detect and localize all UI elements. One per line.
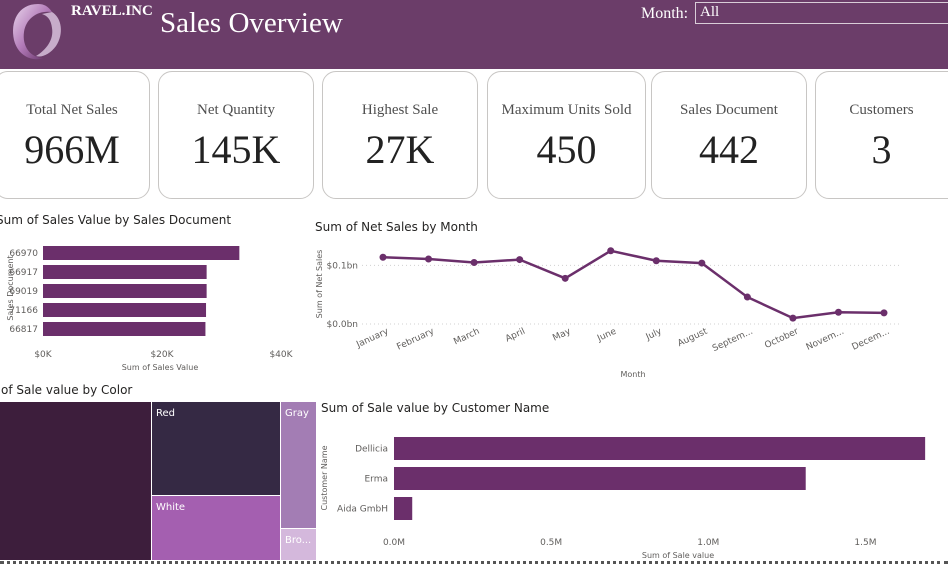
bar [394,497,413,520]
y-tick-label: $0.1bn [327,261,358,271]
x-tick-label: $0K [34,350,52,360]
data-point [425,255,433,263]
bar [43,265,207,279]
y-tick-label: $0.0bn [327,320,358,330]
kpi-card-highest-sale: Highest Sale 27K [322,71,478,199]
kpi-card-total-net-sales: Total Net Sales 966M [0,71,150,199]
kpi-card-customers: Customers 3 [815,71,948,199]
chart-title-net-sales-month: Sum of Net Sales by Month [315,220,478,234]
chart-title-sales-document: Sum of Sales Value by Sales Document [0,213,232,227]
treemap-label: White [156,502,185,513]
treemap-label: Red [156,408,175,419]
bar [43,322,206,336]
kpi-card-sales-document: Sales Document 442 [651,71,807,199]
series-line [382,249,885,320]
data-point [834,308,842,316]
x-tick-label: April [504,327,527,345]
data-point [379,253,387,261]
chart-net-sales-by-month: $0.0bn $0.1bn January February March April May… [315,247,902,379]
bar [43,246,240,260]
header-bar: RAVEL.INC Sales Overview Month: All [0,0,948,69]
kpi-label: Customers [849,102,914,118]
kpi-value: 450 [536,127,597,172]
x-tick-label: 0.5M [540,538,562,548]
y-tick-label: Dellicia [355,445,388,455]
x-tick-label: August [676,326,709,349]
treemap-label: Bro... [285,535,311,546]
bottom-border [0,561,948,564]
treemap-tile [281,402,316,528]
data-point [743,293,751,301]
x-tick-label: February [395,326,436,352]
data-point [698,259,706,267]
chart-title-customer: Sum of Sale value by Customer Name [321,401,550,415]
kpi-label: Sales Document [680,102,778,118]
data-point [652,257,660,265]
month-filter-select[interactable]: All [695,2,948,24]
x-tick-label: May [551,326,573,343]
x-tick-label: January [354,326,391,350]
data-point [880,309,888,317]
kpi-value: 966M [24,127,120,172]
brand-name: RAVEL.INC [71,3,153,19]
y-axis-title: Sales Document [6,255,15,320]
bar [394,437,926,460]
x-tick-label: 1.5M [854,538,876,548]
y-tick-label: 66817 [9,325,38,335]
page-title: Sales Overview [160,7,343,39]
treemap-label: Gray [285,408,309,419]
kpi-label: Maximum Units Sold [501,102,632,118]
kpi-value: 3 [871,127,892,172]
x-tick-label: June [595,326,618,344]
x-axis-title: Sum of Sales Value [122,363,199,372]
data-point [516,256,524,264]
kpi-value: 442 [699,127,759,172]
treemap-tile [0,402,151,560]
month-filter-label: Month: [641,5,689,22]
data-point [561,274,569,282]
kpi-value: 145K [191,127,281,172]
kpi-label: Net Quantity [197,102,275,118]
x-tick-label: October [763,327,800,351]
x-axis-title: Month [620,370,645,379]
data-point [607,247,615,255]
kpi-label: Total Net Sales [26,102,118,118]
kpi-value: 27K [365,127,435,172]
y-tick-label: Aida GmbH [337,505,388,515]
chart-title-color: of Sale value by Color [1,383,133,397]
kpi-card-net-quantity: Net Quantity 145K [158,71,314,199]
kpi-card-maximum-units-sold: Maximum Units Sold 450 [487,71,646,199]
chart-sale-value-by-color: Red White Gray Bro... [0,402,316,560]
y-axis-title: Customer Name [320,445,329,510]
kpi-label: Highest Sale [361,102,439,118]
x-tick-label: Decem... [851,327,892,353]
ravel-logo-icon [13,4,61,60]
x-tick-label: 0.0M [383,538,405,548]
x-tick-label: $20K [150,350,174,360]
x-tick-label: Septem... [711,327,755,354]
x-tick-label: Novem... [805,327,846,353]
bar [394,467,806,490]
data-point [470,259,478,266]
x-tick-label: $40K [269,350,293,360]
data-point [789,314,797,322]
chart-sale-value-by-customer: Dellicia Erma Aida GmbH 0.0M 0.5M 1.0M 1.5M Sum… [320,437,926,560]
x-tick-label: July [644,326,664,343]
y-tick-label: Erma [364,475,388,485]
x-axis-title: Sum of Sale value [642,551,714,560]
x-tick-label: 1.0M [697,538,719,548]
y-axis-title: Sum of Net Sales [315,250,324,319]
x-tick-label: March [452,327,481,348]
chart-sales-document: 6697066917690197116666817$0K $20K $40KSum … [6,246,294,372]
bar [43,303,207,317]
bar [43,284,207,298]
